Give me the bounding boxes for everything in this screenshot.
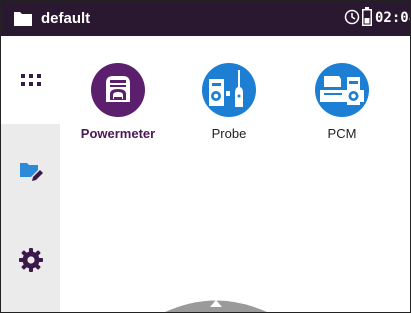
- sidebar: [1, 36, 60, 312]
- app-label: Probe: [211, 126, 247, 141]
- screen: default 02:08: [0, 0, 411, 313]
- folder-edit-icon: [19, 163, 43, 181]
- page-scroll-handle[interactable]: [161, 293, 271, 313]
- clock: 02:08: [375, 10, 410, 26]
- folder-icon: [14, 12, 32, 26]
- grid-icon: [20, 74, 41, 86]
- app-label: Powermeter: [80, 126, 156, 141]
- status-bar: default 02:08: [1, 1, 410, 36]
- sidebar-item-settings[interactable]: [1, 220, 60, 300]
- app-pcm[interactable]: PCM: [294, 63, 390, 173]
- powermeter-icon: [91, 63, 145, 117]
- app-probe[interactable]: Probe: [181, 63, 277, 173]
- app-powermeter[interactable]: Powermeter: [70, 63, 166, 173]
- sidebar-item-files[interactable]: [1, 131, 60, 211]
- app-launcher: Powermeter Probe PCM: [60, 36, 410, 312]
- pcm-icon: [315, 63, 369, 117]
- timer-icon: [344, 9, 360, 25]
- sidebar-item-apps[interactable]: [1, 36, 60, 124]
- battery-icon: [362, 7, 372, 26]
- app-label: PCM: [327, 126, 357, 141]
- gear-icon: [18, 248, 43, 272]
- probe-icon: [202, 63, 256, 117]
- profile-name[interactable]: default: [41, 10, 90, 27]
